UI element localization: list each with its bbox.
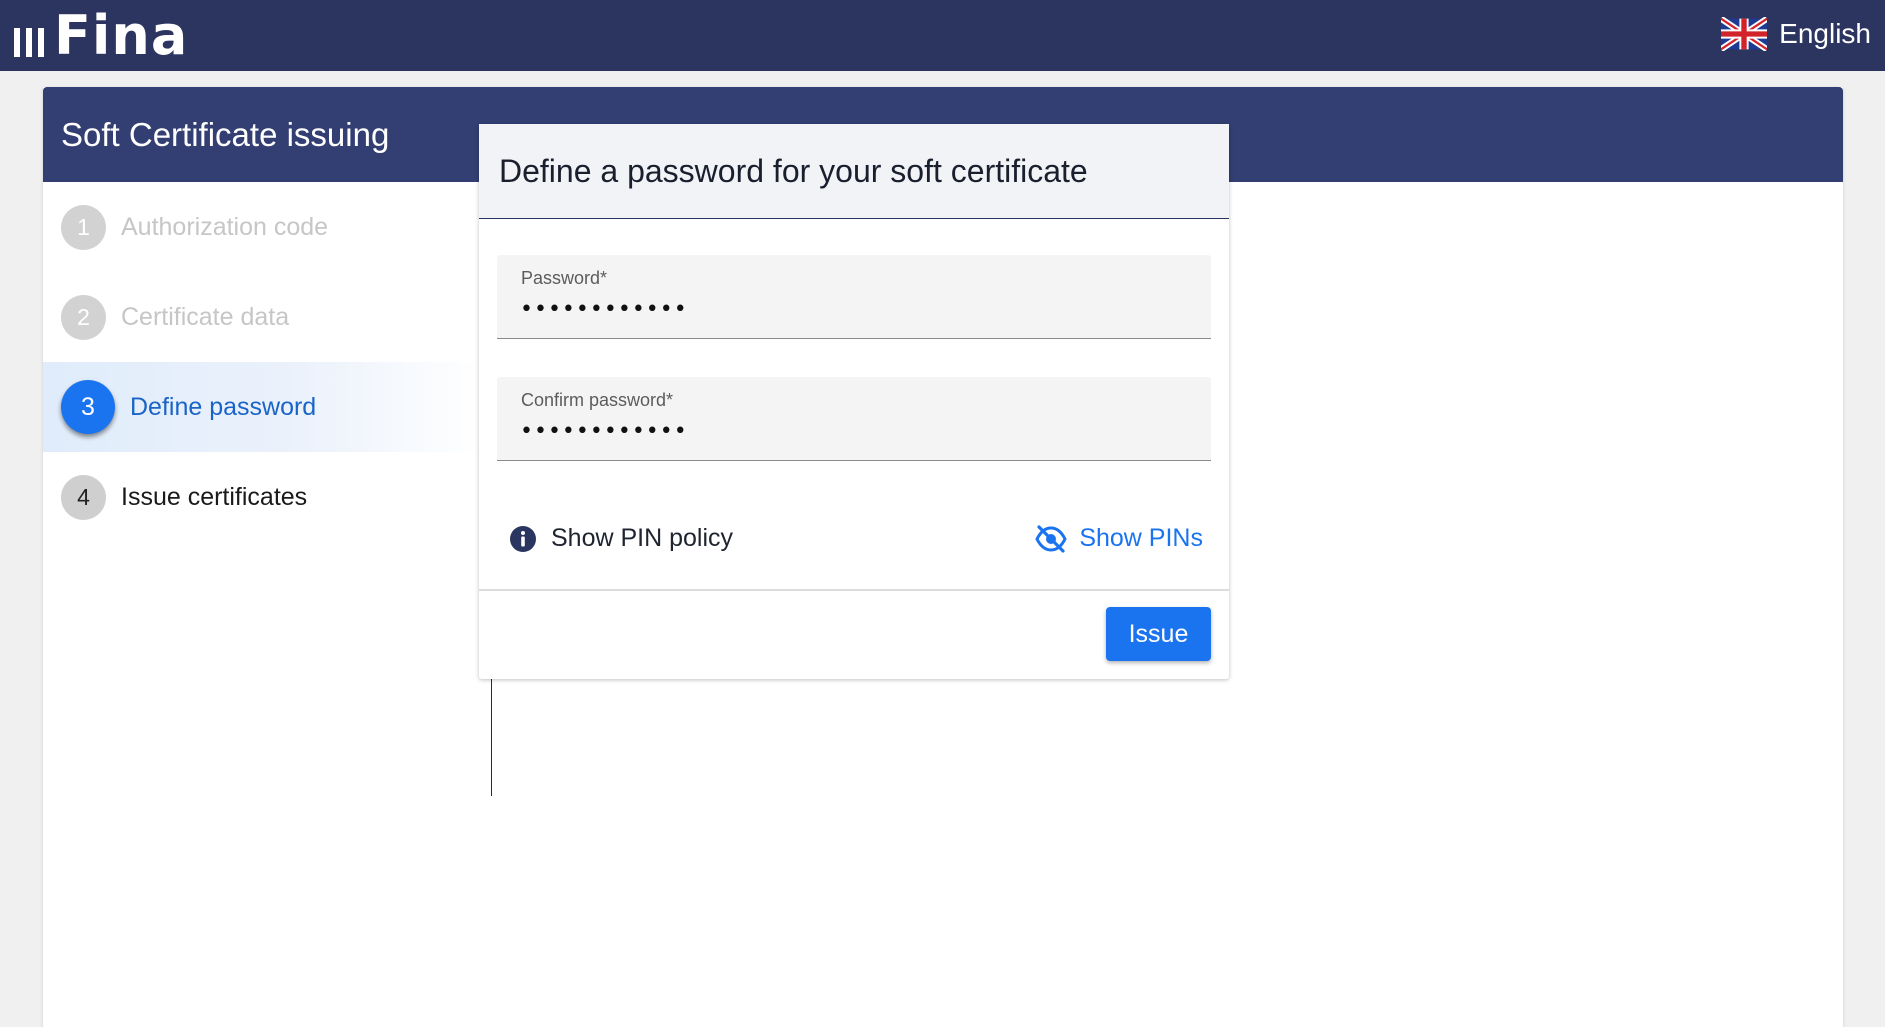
step-label: Define password bbox=[130, 392, 317, 421]
step-number: 1 bbox=[61, 204, 106, 250]
step-label: Certificate data bbox=[121, 302, 290, 331]
issue-button[interactable]: Issue bbox=[1106, 607, 1211, 661]
stepper: 1 Authorization code 2 Certificate data … bbox=[43, 182, 492, 796]
step-certificate-data: 2 Certificate data bbox=[43, 272, 483, 362]
uk-flag-icon bbox=[1721, 17, 1768, 51]
show-pins-label: Show PINs bbox=[1079, 524, 1203, 552]
show-pin-policy-link[interactable]: Show PIN policy bbox=[509, 524, 733, 553]
info-icon bbox=[510, 525, 536, 552]
step-number: 4 bbox=[61, 474, 106, 520]
step-number: 2 bbox=[61, 294, 106, 340]
card-title: Define a password for your soft certific… bbox=[499, 152, 1088, 189]
panel-title: Soft Certificate issuing bbox=[61, 115, 390, 153]
password-label: Password* bbox=[521, 268, 608, 288]
confirm-password-input[interactable] bbox=[520, 419, 1180, 444]
confirm-password-field[interactable]: Confirm password* bbox=[497, 377, 1211, 461]
password-input[interactable] bbox=[520, 297, 1180, 322]
card-header: Define a password for your soft certific… bbox=[479, 124, 1229, 219]
show-pin-policy-label: Show PIN policy bbox=[551, 524, 734, 552]
step-label: Issue certificates bbox=[121, 482, 308, 511]
password-field[interactable]: Password* bbox=[497, 255, 1211, 339]
step-issue-certificates: 4 Issue certificates bbox=[43, 452, 483, 542]
eye-slash-icon bbox=[1035, 524, 1068, 553]
logo-text: Fina bbox=[54, 4, 189, 67]
top-bar: Fina English bbox=[0, 0, 1885, 71]
step-number: 3 bbox=[61, 380, 115, 434]
confirm-password-label: Confirm password* bbox=[521, 390, 674, 410]
logo-bars-icon bbox=[14, 27, 44, 57]
step-label: Authorization code bbox=[121, 212, 329, 241]
card-divider bbox=[479, 589, 1229, 591]
language-selector[interactable]: English bbox=[1721, 14, 1871, 54]
show-pins-toggle[interactable]: Show PINs bbox=[1035, 524, 1203, 553]
step-define-password: 3 Define password bbox=[43, 362, 483, 452]
language-label: English bbox=[1779, 18, 1871, 49]
pin-options-row: Show PIN policy Show PINs bbox=[509, 524, 1203, 564]
fina-logo[interactable]: Fina bbox=[14, 8, 188, 64]
password-card: Define a password for your soft certific… bbox=[479, 124, 1229, 679]
step-authorization-code: 1 Authorization code bbox=[43, 182, 483, 272]
